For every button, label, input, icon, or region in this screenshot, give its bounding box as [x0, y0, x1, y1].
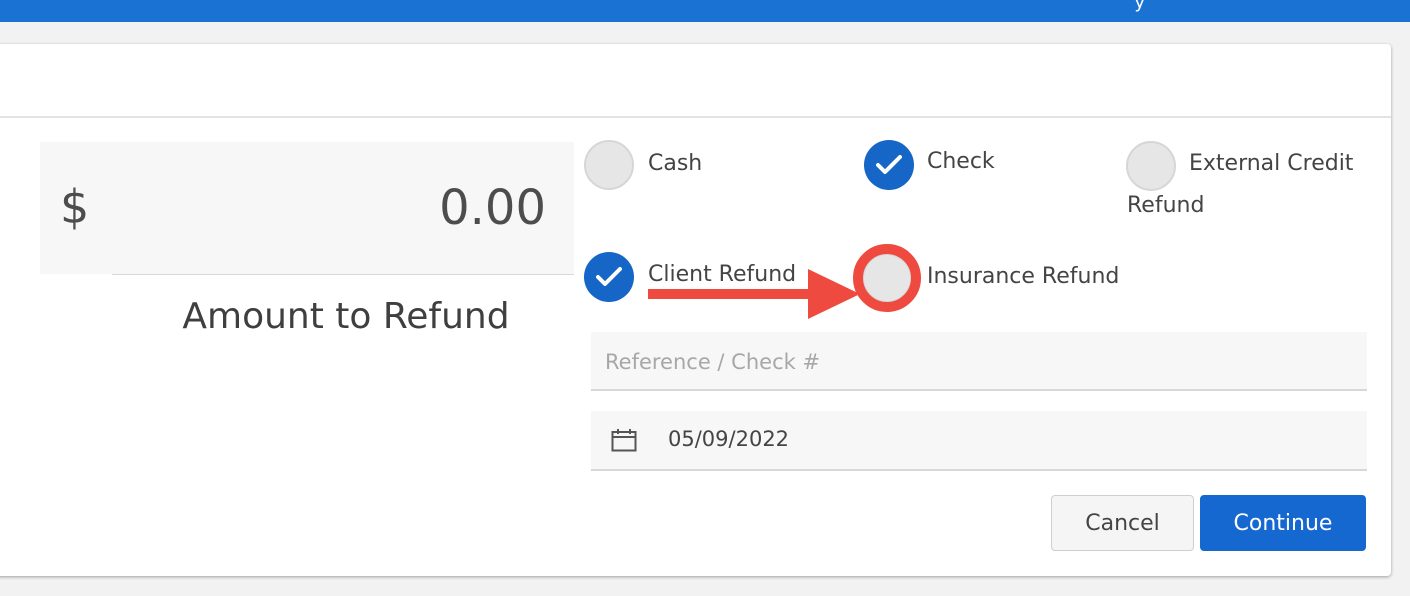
reference-field[interactable] — [591, 332, 1367, 391]
top-app-bar: y — [0, 0, 1410, 22]
checkmark-icon — [596, 267, 622, 286]
date-field[interactable]: 05/09/2022 — [591, 411, 1367, 471]
dialog-header-divider — [0, 116, 1391, 118]
cash-label[interactable]: Cash — [648, 151, 702, 176]
amount-label: Amount to Refund — [182, 296, 510, 337]
calendar-icon[interactable] — [611, 428, 637, 452]
reference-input[interactable] — [603, 342, 1347, 382]
amount-underline — [112, 274, 574, 275]
continue-button[interactable]: Continue — [1200, 495, 1366, 551]
external-credit-label-line1[interactable]: External Credit — [1189, 151, 1353, 176]
external-credit-label-line2[interactable]: Refund — [1127, 193, 1204, 218]
date-value[interactable]: 05/09/2022 — [668, 427, 789, 451]
topbar-partial-text: y — [1134, 0, 1145, 13]
check-radio[interactable] — [864, 140, 914, 190]
external-credit-refund-radio[interactable] — [1126, 141, 1176, 191]
cancel-button[interactable]: Cancel — [1051, 495, 1194, 551]
amount-value[interactable]: 0.00 — [330, 180, 546, 236]
annotation-arrow-icon — [648, 269, 860, 319]
insurance-refund-label[interactable]: Insurance Refund — [927, 264, 1119, 289]
check-label[interactable]: Check — [927, 149, 995, 174]
currency-symbol: $ — [60, 180, 90, 234]
annotation-highlight-ring — [853, 244, 921, 312]
checkmark-icon — [876, 155, 902, 174]
cash-radio[interactable] — [584, 140, 634, 190]
client-refund-radio[interactable] — [584, 252, 634, 302]
